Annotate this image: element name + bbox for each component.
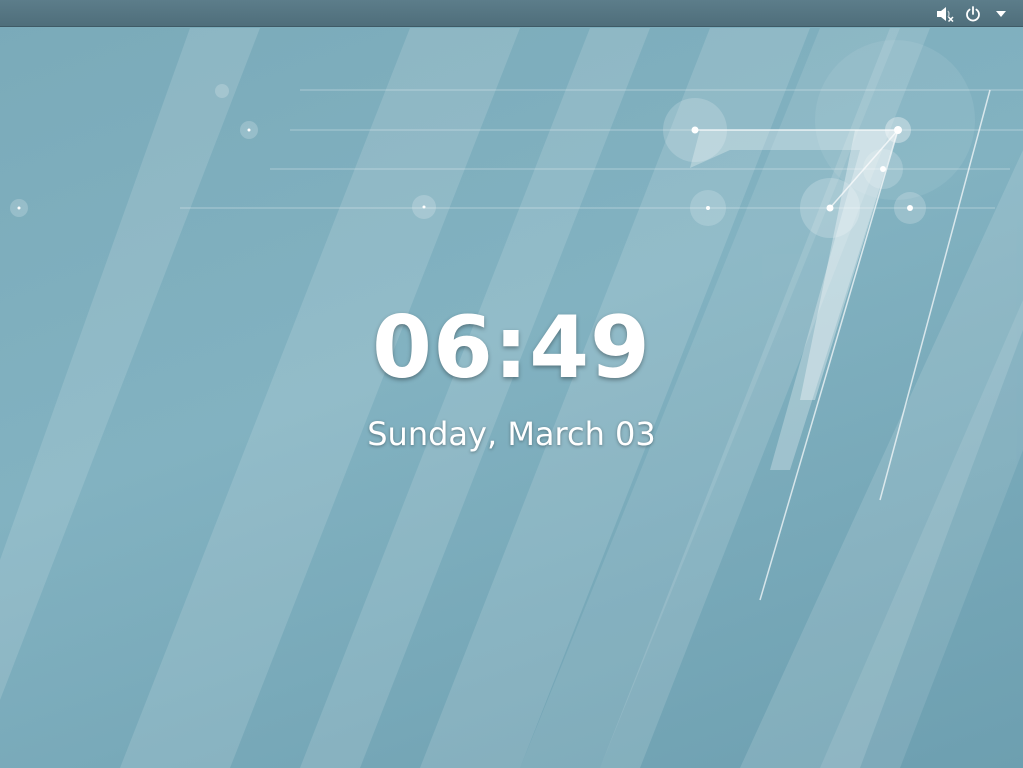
top-bar [0, 0, 1023, 27]
power-icon[interactable] [963, 4, 983, 24]
lock-screen: 06:49 Sunday, March 03 [0, 0, 1023, 768]
clock-date: Sunday, March 03 [367, 415, 656, 453]
system-tray[interactable] [935, 0, 1011, 27]
dropdown-arrow-icon[interactable] [991, 4, 1011, 24]
clock-time: 06:49 [372, 298, 651, 398]
volume-muted-icon[interactable] [935, 4, 955, 24]
